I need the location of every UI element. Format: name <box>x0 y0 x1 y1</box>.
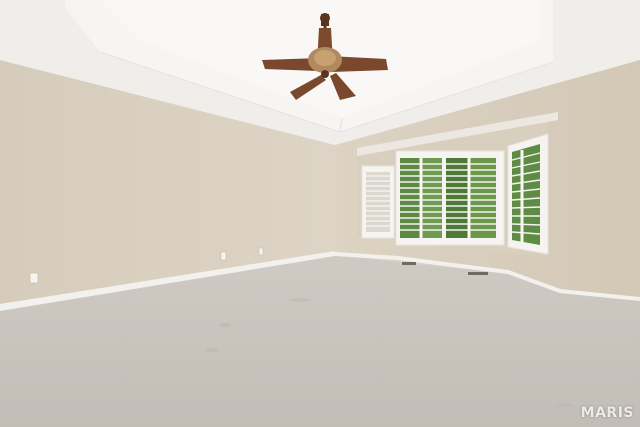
floor-vent <box>402 262 416 265</box>
floor-vent <box>468 272 488 275</box>
window-right <box>507 133 549 255</box>
outlet-right <box>258 247 264 256</box>
watermark: MARIS <box>580 405 634 421</box>
window-center <box>395 150 505 246</box>
outlet-left <box>29 272 39 284</box>
window-left <box>361 165 395 239</box>
room-illustration <box>0 0 640 427</box>
room-photo: MARIS <box>0 0 640 427</box>
outlet-mid <box>220 251 227 261</box>
